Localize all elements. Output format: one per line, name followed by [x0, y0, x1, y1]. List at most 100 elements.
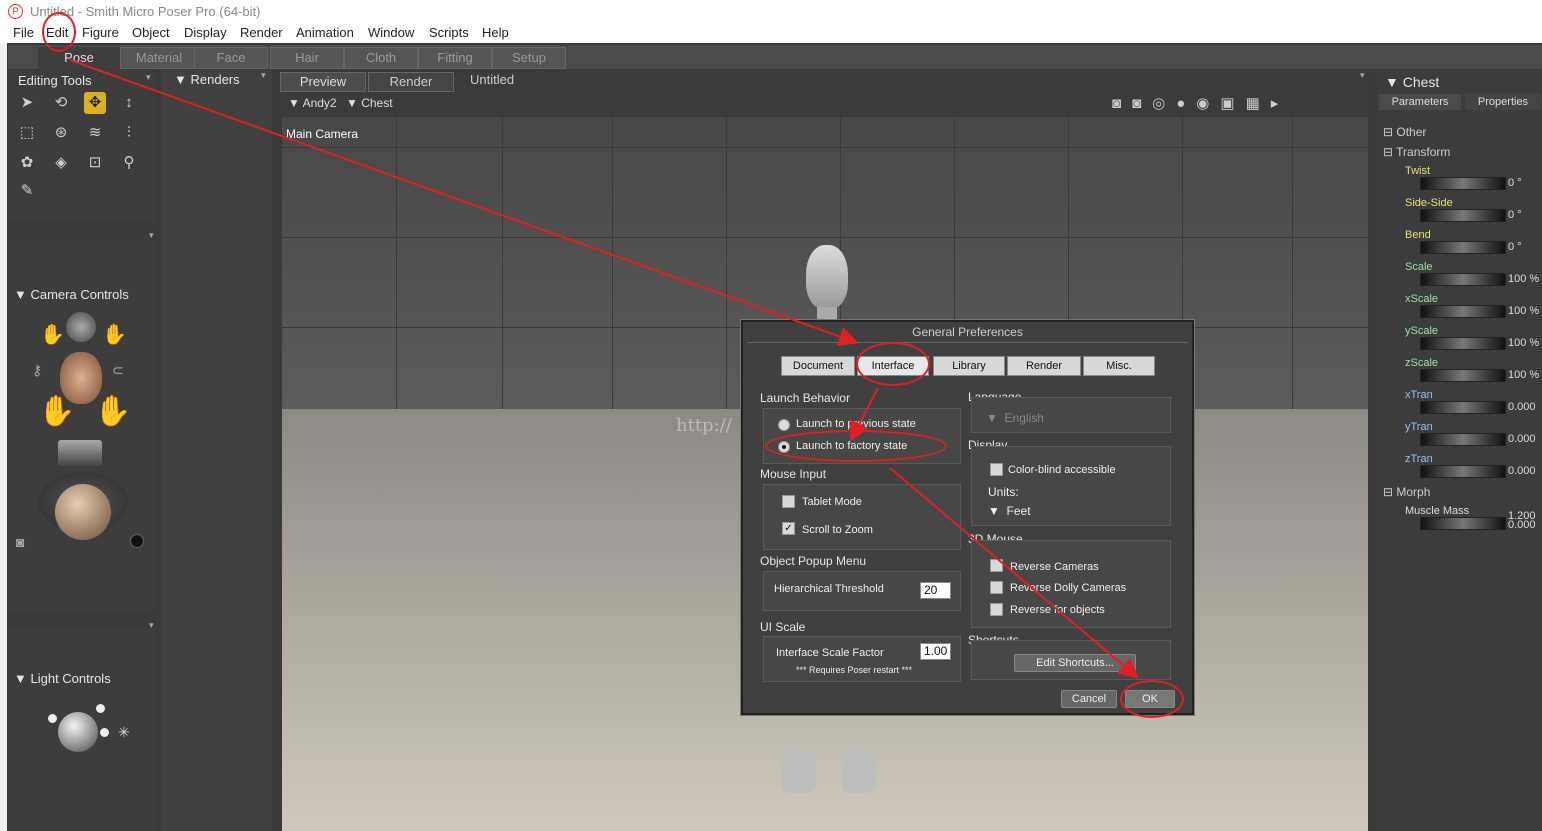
- tab-render[interactable]: Render: [1007, 356, 1081, 376]
- menu-object[interactable]: Object: [132, 25, 170, 40]
- panel-menu-icon[interactable]: ▾: [149, 230, 154, 241]
- rotate-tool-icon[interactable]: ⟲: [50, 92, 72, 114]
- tab-properties[interactable]: Properties: [1465, 94, 1541, 110]
- tab-misc[interactable]: Misc.: [1083, 356, 1155, 376]
- right-hand-camera-icon[interactable]: ✋: [102, 322, 127, 347]
- hierarchical-threshold-input[interactable]: 20: [920, 582, 951, 599]
- move-xy-hand-icon[interactable]: ✋: [94, 394, 131, 429]
- color-blind-checkbox[interactable]: [990, 463, 1003, 476]
- edit-shortcuts-button[interactable]: Edit Shortcuts...: [1014, 654, 1136, 672]
- tab-parameters[interactable]: Parameters: [1379, 94, 1461, 110]
- reverse-cameras-checkbox[interactable]: [990, 559, 1003, 572]
- dial[interactable]: [1420, 273, 1506, 286]
- video-camera-icon[interactable]: ▣: [1220, 95, 1245, 112]
- dial[interactable]: [1420, 337, 1506, 350]
- camera-controls-title: ▼ Camera Controls: [14, 287, 129, 302]
- mannequin-head[interactable]: [806, 245, 848, 309]
- part-name: Chest: [361, 96, 393, 110]
- reverse-objects-checkbox[interactable]: [990, 603, 1003, 616]
- menu-scripts[interactable]: Scripts: [429, 25, 469, 40]
- room-tab-fitting[interactable]: Fitting: [418, 47, 492, 69]
- scroll-to-zoom-checkbox[interactable]: ✓: [782, 522, 795, 535]
- panel-menu-icon[interactable]: ▾: [146, 72, 151, 83]
- face-camera-icon[interactable]: [66, 312, 96, 342]
- room-tab-setup[interactable]: Setup: [492, 47, 566, 69]
- dial[interactable]: [1420, 177, 1506, 190]
- tab-preview[interactable]: Preview: [280, 72, 366, 92]
- room-tab-pose[interactable]: Pose: [38, 47, 120, 69]
- group-transform[interactable]: ⊟ Transform: [1383, 145, 1450, 159]
- tablet-mode-checkbox[interactable]: [782, 495, 795, 508]
- left-hand-camera-icon[interactable]: ✋: [40, 322, 65, 347]
- tab-library[interactable]: Library: [933, 356, 1005, 376]
- twist-tool-icon[interactable]: ⊛: [50, 122, 72, 144]
- room-tab-face[interactable]: Face: [194, 47, 268, 69]
- light-dot-icon[interactable]: [100, 728, 109, 737]
- dial[interactable]: [1420, 401, 1506, 414]
- menu-animation[interactable]: Animation: [296, 25, 354, 40]
- menu-figure[interactable]: Figure: [82, 25, 119, 40]
- cancel-button[interactable]: Cancel: [1061, 690, 1117, 708]
- tab-document[interactable]: Document: [781, 356, 855, 376]
- cross-track-icon[interactable]: [58, 440, 102, 466]
- dial[interactable]: [1420, 241, 1506, 254]
- dial[interactable]: [1420, 305, 1506, 318]
- radio-previous-state[interactable]: [778, 419, 790, 431]
- app-logo-icon: P: [8, 4, 23, 19]
- render-dot-icon[interactable]: ●: [1176, 95, 1196, 112]
- color-tool-icon[interactable]: ✿: [16, 152, 38, 174]
- move-tool-icon[interactable]: ↕: [118, 92, 140, 114]
- zoom-tool-icon[interactable]: ⚲: [118, 152, 140, 174]
- group-other[interactable]: ⊟ Other: [1383, 125, 1426, 139]
- room-tab-material[interactable]: Material: [120, 47, 198, 69]
- trackball-icon[interactable]: [55, 484, 111, 540]
- dial[interactable]: [1420, 369, 1506, 382]
- scale-tool-icon[interactable]: ⬚: [16, 122, 38, 144]
- sun-icon[interactable]: ✳: [118, 724, 130, 741]
- sphere-icon[interactable]: ◉: [1196, 95, 1220, 112]
- grouping-tool-icon[interactable]: ◈: [50, 152, 72, 174]
- camera-icon[interactable]: ◙: [1132, 95, 1152, 112]
- menu-file[interactable]: File: [13, 25, 34, 40]
- select-tool-icon[interactable]: ➤: [16, 92, 38, 114]
- tab-render[interactable]: Render: [368, 72, 454, 92]
- taper-tool-icon[interactable]: ≋: [84, 122, 106, 144]
- group-transform-label: Transform: [1396, 145, 1451, 159]
- figure-selector[interactable]: ▼ Andy2: [288, 96, 337, 110]
- movie-camera-icon[interactable]: ▦: [1246, 95, 1271, 112]
- key-camera-icon[interactable]: ⚷: [32, 362, 42, 379]
- light-dot-icon[interactable]: [96, 704, 105, 713]
- panel-menu-icon[interactable]: ▾: [261, 70, 266, 81]
- flyaround-icon[interactable]: ⊂: [112, 362, 124, 379]
- room-tab-hair[interactable]: Hair: [270, 47, 344, 69]
- group-morph[interactable]: ⊟ Morph: [1383, 485, 1430, 499]
- more-arrow-icon[interactable]: ▸: [1271, 95, 1290, 112]
- camera-icon[interactable]: ◙: [1112, 95, 1132, 112]
- reverse-dolly-checkbox[interactable]: [990, 581, 1003, 594]
- units-select[interactable]: ▼ Feet: [988, 504, 1031, 518]
- camera-mode-dot[interactable]: [130, 534, 144, 548]
- move-xz-hand-icon[interactable]: ✋: [38, 394, 75, 429]
- chain-break-tool-icon[interactable]: ⫶: [118, 122, 140, 144]
- object-popup-label: Object Popup Menu: [760, 554, 867, 568]
- light-globe-icon[interactable]: [58, 712, 98, 752]
- part-selector[interactable]: ▼ Chest: [346, 96, 393, 110]
- face-cam-icon[interactable]: ◎: [1152, 95, 1176, 112]
- actor-title: ▼ Chest: [1385, 74, 1440, 90]
- translate-tool-icon[interactable]: ✥: [84, 92, 106, 114]
- dial[interactable]: [1420, 433, 1506, 446]
- dial[interactable]: [1420, 465, 1506, 478]
- morph-brush-icon[interactable]: ✎: [16, 180, 38, 202]
- light-dot-icon[interactable]: [48, 714, 57, 723]
- menu-render[interactable]: Render: [240, 25, 283, 40]
- room-tab-cloth[interactable]: Cloth: [344, 47, 418, 69]
- view-magnifier-icon[interactable]: ⊡: [84, 152, 106, 174]
- interface-scale-input[interactable]: 1.00: [920, 643, 951, 660]
- menu-display[interactable]: Display: [184, 25, 227, 40]
- menu-window[interactable]: Window: [368, 25, 414, 40]
- panel-menu-icon[interactable]: ▾: [1360, 70, 1365, 81]
- camera-snapshot-icon[interactable]: ◙: [16, 534, 24, 550]
- menu-help[interactable]: Help: [482, 25, 509, 40]
- dial[interactable]: [1420, 209, 1506, 222]
- dial[interactable]: [1420, 517, 1506, 530]
